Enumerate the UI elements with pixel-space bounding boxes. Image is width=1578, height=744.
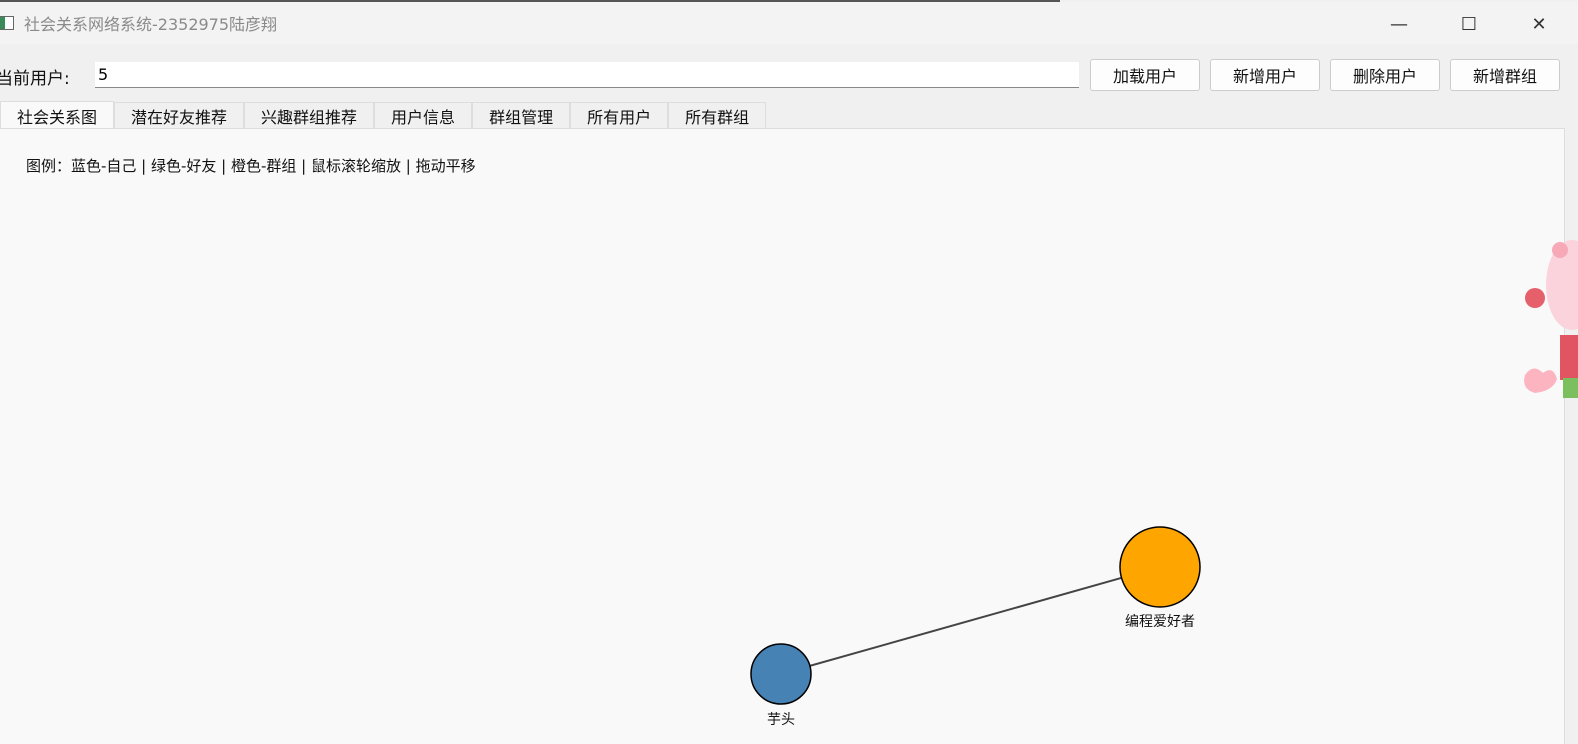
toolbar: 当前用户: 加载用户 新增用户 删除用户 新增群组 <box>0 58 1578 92</box>
close-button[interactable]: ✕ <box>1516 4 1562 44</box>
node-label-group: 编程爱好者 <box>1125 614 1195 630</box>
tab-group-management[interactable]: 群组管理 <box>472 102 571 129</box>
window-title: 社会关系网络系统-2352975陆彦翔 <box>24 15 278 34</box>
tab-all-users[interactable]: 所有用户 <box>570 102 669 129</box>
graph-svg <box>750 526 1201 705</box>
app-icon <box>0 16 14 30</box>
add-user-button[interactable]: 新增用户 <box>1210 59 1320 91</box>
current-user-input[interactable] <box>95 62 1079 88</box>
tab-group-recommend[interactable]: 兴趣群组推荐 <box>244 102 375 129</box>
current-user-label: 当前用户: <box>0 69 70 89</box>
tab-friend-recommend[interactable]: 潜在好友推荐 <box>114 102 245 129</box>
graph-node-self[interactable] <box>750 643 812 705</box>
tab-all-groups[interactable]: 所有群组 <box>668 102 767 129</box>
graph-edge <box>780 566 1161 675</box>
add-group-button[interactable]: 新增群组 <box>1450 59 1560 91</box>
tab-social-graph[interactable]: 社会关系图 <box>0 101 115 129</box>
maximize-button[interactable]: ☐ <box>1446 4 1492 44</box>
minimize-button[interactable]: — <box>1376 4 1422 44</box>
delete-user-button[interactable]: 删除用户 <box>1330 59 1440 91</box>
tab-bar: 社会关系图 潜在好友推荐 兴趣群组推荐 用户信息 群组管理 所有用户 所有群组 <box>0 101 767 129</box>
node-label-self: 芋头 <box>767 712 795 728</box>
title-bar: 社会关系网络系统-2352975陆彦翔 — ☐ ✕ <box>0 2 1578 44</box>
tab-user-info[interactable]: 用户信息 <box>374 102 473 129</box>
graph-canvas[interactable]: 图例：蓝色-自己 | 绿色-好友 | 橙色-群组 | 鼠标滚轮缩放 | 拖动平移… <box>0 128 1565 744</box>
load-user-button[interactable]: 加载用户 <box>1090 59 1200 91</box>
graph-node-group[interactable] <box>1119 526 1201 608</box>
